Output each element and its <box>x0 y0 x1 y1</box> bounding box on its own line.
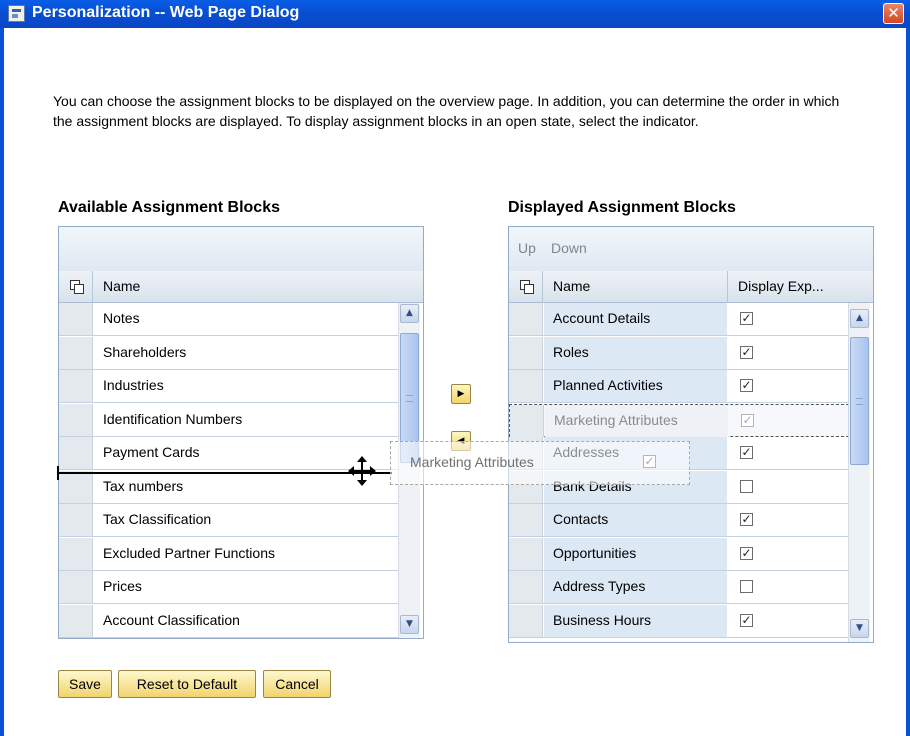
row-selector[interactable] <box>59 303 93 335</box>
displayed-heading: Displayed Assignment Blocks <box>508 199 736 216</box>
row-selector[interactable] <box>509 303 543 335</box>
display-expanded-checkbox[interactable]: ✓ <box>741 413 754 427</box>
drop-indicator-end-left <box>57 466 59 480</box>
table-row[interactable]: Business Hours ✓ <box>509 604 848 638</box>
select-all-icon[interactable] <box>509 271 543 302</box>
table-row[interactable]: Account Classification <box>59 604 398 638</box>
available-column-header: Name <box>59 271 423 303</box>
display-expanded-checkbox[interactable] <box>740 479 753 493</box>
reset-to-default-button[interactable]: Reset to Default <box>118 670 256 698</box>
displayed-toolbar: Up Down <box>509 227 873 272</box>
scroll-up-icon[interactable]: ▲ <box>400 304 419 323</box>
window-title: Personalization -- Web Page Dialog <box>32 4 300 21</box>
row-name: Shareholders <box>103 343 187 360</box>
table-row[interactable]: Prices <box>59 571 398 604</box>
row-selector[interactable] <box>59 370 93 402</box>
displayed-table: Up Down Name Display Exp... Account Deta… <box>508 226 874 643</box>
row-selector[interactable] <box>59 537 93 570</box>
row-name: Planned Activities <box>553 377 663 393</box>
scroll-down-icon[interactable]: ▼ <box>400 615 419 634</box>
row-name: Excluded Partner Functions <box>103 544 275 561</box>
table-row[interactable]: Account Details ✓ <box>509 303 848 336</box>
display-expanded-checkbox[interactable]: ✓ <box>740 379 753 392</box>
row-name: Tax numbers <box>103 477 184 494</box>
drag-ghost-label: Marketing Attributes <box>410 454 534 470</box>
up-button[interactable]: Up <box>518 240 536 256</box>
table-row[interactable]: Excluded Partner Functions <box>59 537 398 571</box>
display-expanded-checkbox[interactable]: ✓ <box>740 546 753 560</box>
displayed-scrollbar[interactable]: ▲ ▼ <box>848 303 870 642</box>
row-selector[interactable] <box>59 470 93 503</box>
table-row[interactable]: Industries <box>59 370 398 403</box>
table-row[interactable]: Tax Classification <box>59 504 398 537</box>
row-name: Identification Numbers <box>103 410 243 427</box>
row-selector[interactable] <box>59 571 93 603</box>
row-name: Opportunities <box>553 544 637 561</box>
scroll-down-icon[interactable]: ▼ <box>850 619 869 638</box>
save-button[interactable]: Save <box>58 670 112 698</box>
row-name: Account Classification <box>103 611 240 628</box>
table-row[interactable]: Contacts ✓ <box>509 504 848 537</box>
displayed-column-header: Name Display Exp... <box>509 271 873 303</box>
row-selector[interactable] <box>509 336 543 369</box>
intro-text: You can choose the assignment blocks to … <box>53 93 840 129</box>
row-name: Contacts <box>553 511 609 527</box>
row-name: Account Details <box>553 310 651 326</box>
available-col-name[interactable]: Name <box>103 278 140 294</box>
table-row[interactable]: Address Types <box>509 571 848 604</box>
available-toolbar <box>59 227 423 272</box>
drop-indicator-line <box>58 472 392 474</box>
table-row[interactable]: Identification Numbers <box>59 403 398 437</box>
row-selector[interactable] <box>59 336 93 369</box>
cancel-button[interactable]: Cancel <box>263 670 331 698</box>
scroll-up-icon[interactable]: ▲ <box>850 309 869 328</box>
row-name: Payment Cards <box>103 444 200 460</box>
row-name: Industries <box>103 377 164 393</box>
row-name: Address Types <box>553 578 646 594</box>
displayed-col-display[interactable]: Display Exp... <box>738 278 824 294</box>
row-selector[interactable] <box>509 537 543 570</box>
close-icon: ✕ <box>887 4 900 22</box>
display-expanded-checkbox[interactable]: ✓ <box>740 513 753 526</box>
display-expanded-checkbox[interactable]: ✓ <box>740 312 753 325</box>
row-selector[interactable] <box>59 403 93 436</box>
row-selector[interactable] <box>509 504 543 536</box>
row-name: Roles <box>553 343 589 360</box>
available-table: Name Notes Shareholders Industries Identifi… <box>58 226 424 639</box>
row-name: Business Hours <box>553 611 652 628</box>
move-cursor-icon <box>348 456 376 486</box>
row-name: Marketing Attributes <box>554 411 678 428</box>
table-row[interactable]: Opportunities ✓ <box>509 537 848 571</box>
row-selector[interactable] <box>509 604 543 637</box>
row-selector[interactable] <box>59 504 93 536</box>
title-bar: Personalization -- Web Page Dialog ✕ <box>0 0 910 28</box>
table-row[interactable]: Shareholders <box>59 336 398 370</box>
move-right-arrow-icon: ▶ <box>457 389 465 399</box>
table-row[interactable]: Planned Activities ✓ <box>509 370 848 403</box>
row-name: Tax Classification <box>103 511 212 527</box>
down-button[interactable]: Down <box>551 240 587 256</box>
row-selector[interactable] <box>509 370 543 402</box>
web-page-dialog-icon <box>8 5 25 22</box>
table-row[interactable]: Roles ✓ <box>509 336 848 370</box>
scroll-thumb[interactable] <box>850 337 869 465</box>
row-name: Prices <box>103 578 142 594</box>
select-all-icon[interactable] <box>59 271 93 302</box>
display-expanded-checkbox[interactable] <box>740 580 753 593</box>
row-selector[interactable] <box>509 571 543 603</box>
close-button[interactable]: ✕ <box>883 3 904 24</box>
table-row[interactable]: Marketing Attributes ✓ <box>509 403 849 437</box>
row-name: Notes <box>103 310 140 326</box>
move-right-button[interactable]: ▶ <box>451 384 471 404</box>
displayed-col-name[interactable]: Name <box>553 278 590 294</box>
row-selector[interactable] <box>59 437 93 469</box>
row-selector[interactable] <box>510 404 544 437</box>
row-selector[interactable] <box>59 604 93 637</box>
available-heading: Available Assignment Blocks <box>58 199 280 216</box>
drag-ghost-checkbox: ✓ <box>643 454 656 468</box>
table-row[interactable]: Notes <box>59 303 398 336</box>
display-expanded-checkbox[interactable]: ✓ <box>740 613 753 627</box>
display-expanded-checkbox[interactable]: ✓ <box>740 446 753 459</box>
display-expanded-checkbox[interactable]: ✓ <box>740 345 753 359</box>
